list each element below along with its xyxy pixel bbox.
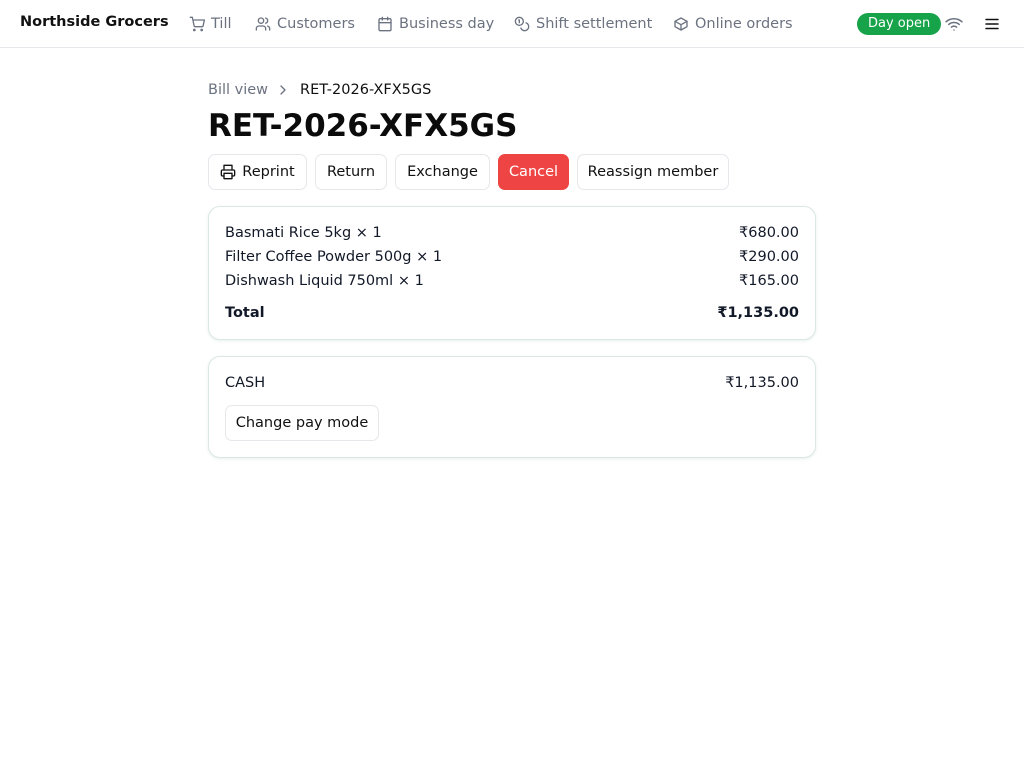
payment-row: CASH ₹1,135.00 xyxy=(225,373,799,393)
list-item: Basmati Rice 5kg × 1 ₹680.00 xyxy=(225,223,799,243)
total-amount: ₹1,135.00 xyxy=(717,305,799,321)
breadcrumb-bill-view[interactable]: Bill view xyxy=(208,82,268,98)
printer-icon xyxy=(220,164,236,180)
item-amount: ₹290.00 xyxy=(739,249,799,265)
users-icon xyxy=(255,17,271,31)
list-item: Dishwash Liquid 750ml × 1 ₹165.00 xyxy=(225,271,799,291)
coins-icon xyxy=(514,16,530,32)
top-nav-bar: Northside Grocers Till Customers Busines… xyxy=(0,0,1024,48)
item-name: Filter Coffee Powder 500g × 1 xyxy=(225,249,443,265)
chevron-right-icon xyxy=(280,85,286,95)
payment-amount: ₹1,135.00 xyxy=(725,375,799,391)
item-name: Basmati Rice 5kg × 1 xyxy=(225,225,382,241)
store-name: Northside Grocers xyxy=(20,14,169,30)
list-item: Filter Coffee Powder 500g × 1 ₹290.00 xyxy=(225,247,799,267)
nav-shift-settlement[interactable]: Shift settlement xyxy=(514,14,652,34)
nav-customers[interactable]: Customers xyxy=(255,14,355,34)
nav-online-orders-label: Online orders xyxy=(695,16,793,32)
package-icon xyxy=(674,17,688,31)
reprint-label: Reprint xyxy=(242,164,295,180)
page-title: RET-2026-XFX5GS xyxy=(208,108,518,144)
nav-till-label: Till xyxy=(211,16,232,32)
item-amount: ₹680.00 xyxy=(739,225,799,241)
nav-business-day[interactable]: Business day xyxy=(377,14,494,34)
reassign-member-button[interactable]: Reassign member xyxy=(577,154,729,190)
breadcrumb-current: RET-2026-XFX5GS xyxy=(300,82,432,98)
total-label: Total xyxy=(225,305,265,321)
nav-business-day-label: Business day xyxy=(399,16,495,32)
item-amount: ₹165.00 xyxy=(739,273,799,289)
nav-customers-label: Customers xyxy=(277,16,355,32)
cart-icon xyxy=(189,16,205,32)
item-name: Dishwash Liquid 750ml × 1 xyxy=(225,273,424,289)
calendar-icon xyxy=(378,16,392,32)
bill-items-card: Basmati Rice 5kg × 1 ₹680.00 Filter Coff… xyxy=(208,206,816,340)
exchange-button[interactable]: Exchange xyxy=(395,154,490,190)
nav-till[interactable]: Till xyxy=(189,14,232,34)
payment-mode: CASH xyxy=(225,375,266,391)
payment-card: CASH ₹1,135.00 Change pay mode xyxy=(208,356,816,458)
wifi-icon xyxy=(945,18,963,31)
reprint-button[interactable]: Reprint xyxy=(208,154,307,190)
total-row: Total ₹1,135.00 xyxy=(225,303,799,323)
return-button[interactable]: Return xyxy=(315,154,387,190)
change-pay-mode-button[interactable]: Change pay mode xyxy=(225,405,379,441)
nav-shift-settlement-label: Shift settlement xyxy=(536,16,653,32)
hamburger-menu-icon[interactable] xyxy=(983,15,1001,33)
breadcrumb: Bill view RET-2026-XFX5GS xyxy=(208,80,431,100)
cancel-button[interactable]: Cancel xyxy=(498,154,569,190)
status-badge: Day open xyxy=(857,13,942,35)
nav-online-orders[interactable]: Online orders xyxy=(673,14,793,34)
